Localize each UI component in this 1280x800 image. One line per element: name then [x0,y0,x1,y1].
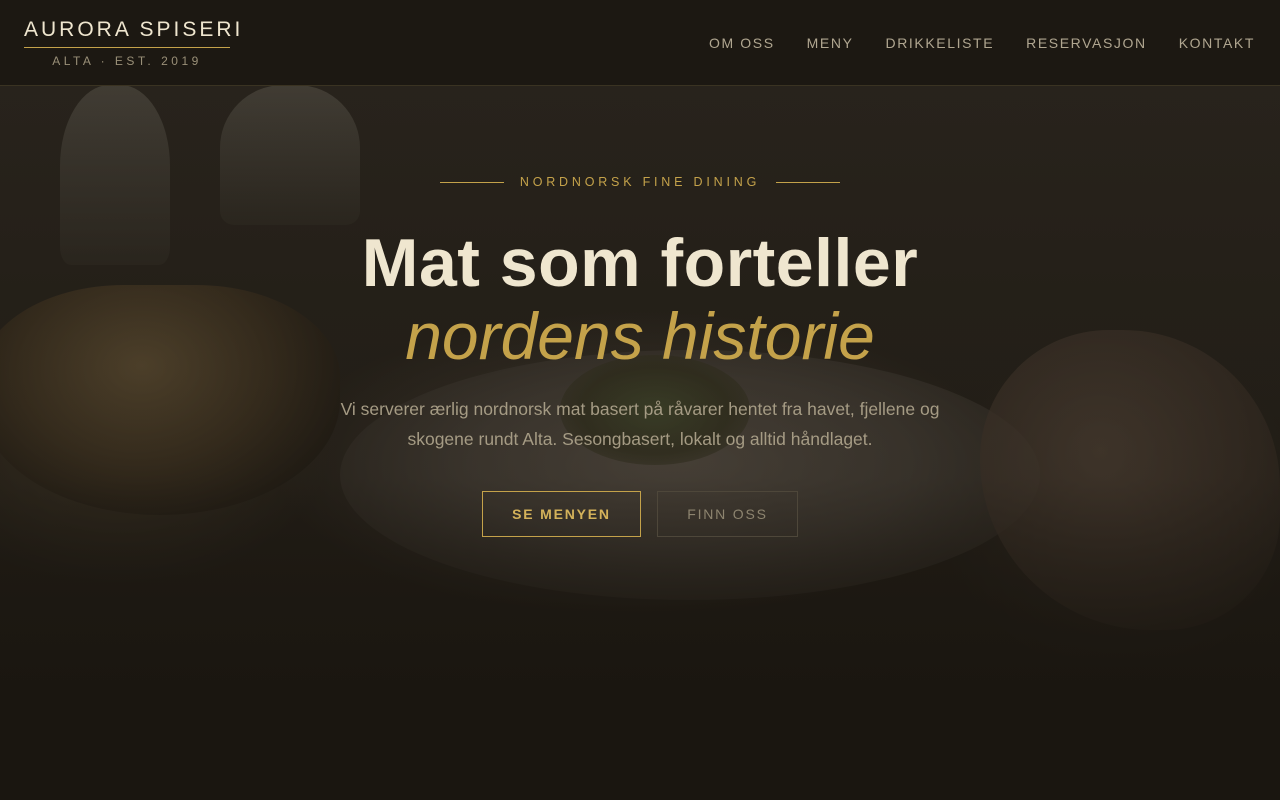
eyebrow-line-right [776,181,841,183]
eyebrow-line-left [439,181,504,183]
page: AURORA SPISERI ALTA · EST. 2019 OM OSS M… [0,0,1280,800]
hero-buttons: SE MENYEN FINN OSS [0,491,1280,537]
hero-eyebrow: NORDNORSK FINE DINING [0,175,1280,189]
find-us-button[interactable]: FINN OSS [657,491,798,537]
hero-description: Vi serverer ærlig nordnorsk mat basert p… [340,399,940,449]
hero-headline: Mat som forteller [361,225,919,301]
see-menu-button[interactable]: SE MENYEN [482,491,641,537]
eyebrow-text: NORDNORSK FINE DINING [519,175,761,189]
hero-section: NORDNORSK FINE DINING Mat som forteller … [0,0,1280,800]
hero-headline-accent: nordens historie [405,299,875,373]
